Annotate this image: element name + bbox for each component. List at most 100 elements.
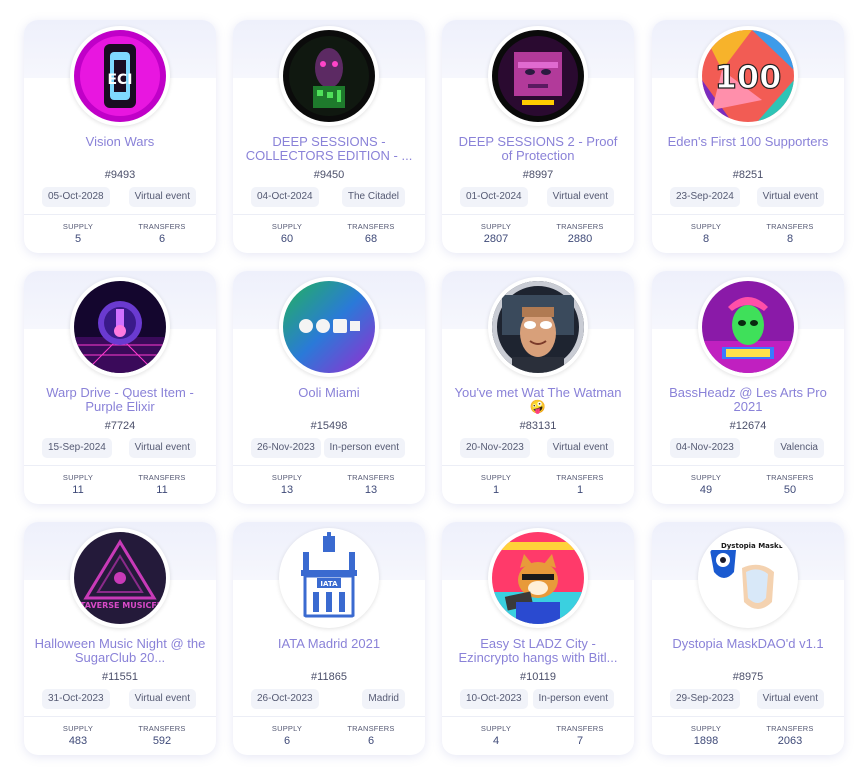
location-badge: Virtual event <box>128 689 196 709</box>
card-id: #12674 <box>729 420 767 432</box>
card-title[interactable]: DEEP SESSIONS - COLLECTORS EDITION - ... <box>243 135 415 163</box>
divider <box>442 465 634 466</box>
transfers-label: TRANSFERS <box>138 473 186 482</box>
card-title[interactable]: Halloween Music Night @ the SugarClub 20… <box>34 637 206 665</box>
badge-frame <box>488 528 588 628</box>
badge-frame: IATA <box>279 528 379 628</box>
transfers-stat: TRANSFERS 592 <box>122 724 202 747</box>
supply-label: SUPPLY <box>480 473 512 482</box>
deep-sessions-collectors-art[interactable] <box>283 30 375 122</box>
eden-100-art[interactable]: 100 <box>702 30 794 122</box>
badge-frame <box>279 26 379 126</box>
badge-frame <box>70 277 170 377</box>
date-badge: 05-Oct-2028 <box>42 187 110 207</box>
supply-label: SUPPLY <box>480 724 512 733</box>
location-badge: Virtual event <box>546 438 614 458</box>
art-text: METAVERSE MUSICFEST <box>74 601 166 610</box>
supply-value: 11 <box>72 484 84 496</box>
collection-card[interactable]: Dystopia MaskDAO'd Dystopia MaskDAO'd v1… <box>652 522 844 755</box>
transfers-stat: TRANSFERS 6 <box>331 724 411 747</box>
art-text: Dystopia MaskDAO'd <box>721 542 794 550</box>
collection-card[interactable]: IATA IATA Madrid 2021 #11865 26-Oct-2023… <box>233 522 425 755</box>
divider <box>652 214 844 215</box>
location-badge: In-person event <box>323 438 405 458</box>
watman-art[interactable] <box>492 281 584 373</box>
transfers-label: TRANSFERS <box>556 222 604 231</box>
transfers-stat: TRANSFERS 6 <box>122 222 202 245</box>
card-title[interactable]: Warp Drive - Quest Item - Purple Elixir <box>34 386 206 414</box>
badge-frame: Dystopia MaskDAO'd <box>698 528 798 628</box>
divider <box>24 716 216 717</box>
card-title[interactable]: You've met Wat The Watman 🤪 <box>452 386 624 414</box>
card-id: #9493 <box>104 169 136 181</box>
divider <box>442 214 634 215</box>
divider <box>24 214 216 215</box>
card-title[interactable]: Ooli Miami <box>243 386 415 414</box>
transfers-value: 2880 <box>567 233 593 245</box>
collection-card[interactable]: ECI Vision Wars #9493 05-Oct-2028 Virtua… <box>24 20 216 253</box>
dystopia-maskdao-art[interactable]: Dystopia MaskDAO'd <box>702 532 794 624</box>
card-title[interactable]: Dystopia MaskDAO'd v1.1 <box>662 637 834 665</box>
vision-wars-art[interactable]: ECI <box>74 30 166 122</box>
collection-card[interactable]: METAVERSE MUSICFEST Halloween Music Nigh… <box>24 522 216 755</box>
supply-value: 5 <box>74 233 82 245</box>
collection-card[interactable]: You've met Wat The Watman 🤪 #83131 20-No… <box>442 271 634 504</box>
divider <box>652 716 844 717</box>
metaverse-musicfest-art[interactable]: METAVERSE MUSICFEST <box>74 532 166 624</box>
card-id: #7724 <box>104 420 136 432</box>
collection-card[interactable]: DEEP SESSIONS 2 - Proof of Protection #8… <box>442 20 634 253</box>
transfers-label: TRANSFERS <box>138 222 186 231</box>
transfers-value: 50 <box>783 484 797 496</box>
location-badge: Valencia <box>774 438 824 458</box>
ooli-miami-art[interactable] <box>283 281 375 373</box>
supply-label: SUPPLY <box>480 222 512 231</box>
card-title[interactable]: DEEP SESSIONS 2 - Proof of Protection <box>452 135 624 163</box>
transfers-label: TRANSFERS <box>347 724 395 733</box>
supply-label: SUPPLY <box>690 473 722 482</box>
card-title[interactable]: IATA Madrid 2021 <box>243 637 415 665</box>
location-badge: Virtual event <box>756 187 824 207</box>
supply-value: 1898 <box>693 735 719 747</box>
deep-sessions-2-art[interactable] <box>492 30 584 122</box>
divider <box>233 716 425 717</box>
date-badge: 04-Oct-2024 <box>251 187 319 207</box>
card-id: #8251 <box>732 169 764 181</box>
card-title[interactable]: Easy St LADZ City - Ezincrypto hangs wit… <box>452 637 624 665</box>
supply-value: 6 <box>283 735 291 747</box>
transfers-value: 68 <box>364 233 378 245</box>
divider <box>652 465 844 466</box>
card-id: #11865 <box>311 671 347 683</box>
collection-card[interactable]: Ooli Miami #15498 26-Nov-2023 In-person … <box>233 271 425 504</box>
date-badge: 20-Nov-2023 <box>460 438 530 458</box>
collection-card[interactable]: Warp Drive - Quest Item - Purple Elixir … <box>24 271 216 504</box>
supply-value: 13 <box>280 484 294 496</box>
card-title[interactable]: Vision Wars <box>34 135 206 163</box>
card-id: #15498 <box>310 420 348 432</box>
iata-madrid-art[interactable]: IATA <box>283 532 375 624</box>
transfers-label: TRANSFERS <box>347 222 395 231</box>
date-badge: 26-Oct-2023 <box>251 689 319 709</box>
collection-card[interactable]: 100 Eden's First 100 Supporters #8251 23… <box>652 20 844 253</box>
badge-frame <box>279 277 379 377</box>
supply-label: SUPPLY <box>62 222 94 231</box>
transfers-stat: TRANSFERS 11 <box>122 473 202 496</box>
supply-value: 4 <box>492 735 500 747</box>
bassheadz-art[interactable] <box>702 281 794 373</box>
supply-label: SUPPLY <box>271 222 303 231</box>
location-badge: The Citadel <box>341 187 405 207</box>
supply-value: 1 <box>492 484 500 496</box>
collection-card[interactable]: Easy St LADZ City - Ezincrypto hangs wit… <box>442 522 634 755</box>
card-title[interactable]: BassHeadz @ Les Arts Pro 2021 <box>662 386 834 414</box>
badge-frame: ECI <box>70 26 170 126</box>
transfers-stat: TRANSFERS 2880 <box>540 222 620 245</box>
collection-card[interactable]: BassHeadz @ Les Arts Pro 2021 #12674 04-… <box>652 271 844 504</box>
transfers-value: 7 <box>576 735 584 747</box>
card-title[interactable]: Eden's First 100 Supporters <box>662 135 834 163</box>
date-badge: 01-Oct-2024 <box>460 187 528 207</box>
transfers-label: TRANSFERS <box>556 473 604 482</box>
ladz-city-art[interactable] <box>492 532 584 624</box>
card-id: #8997 <box>522 169 554 181</box>
collection-card[interactable]: DEEP SESSIONS - COLLECTORS EDITION - ...… <box>233 20 425 253</box>
supply-stat: SUPPLY 2807 <box>456 222 536 245</box>
purple-elixir-art[interactable] <box>74 281 166 373</box>
